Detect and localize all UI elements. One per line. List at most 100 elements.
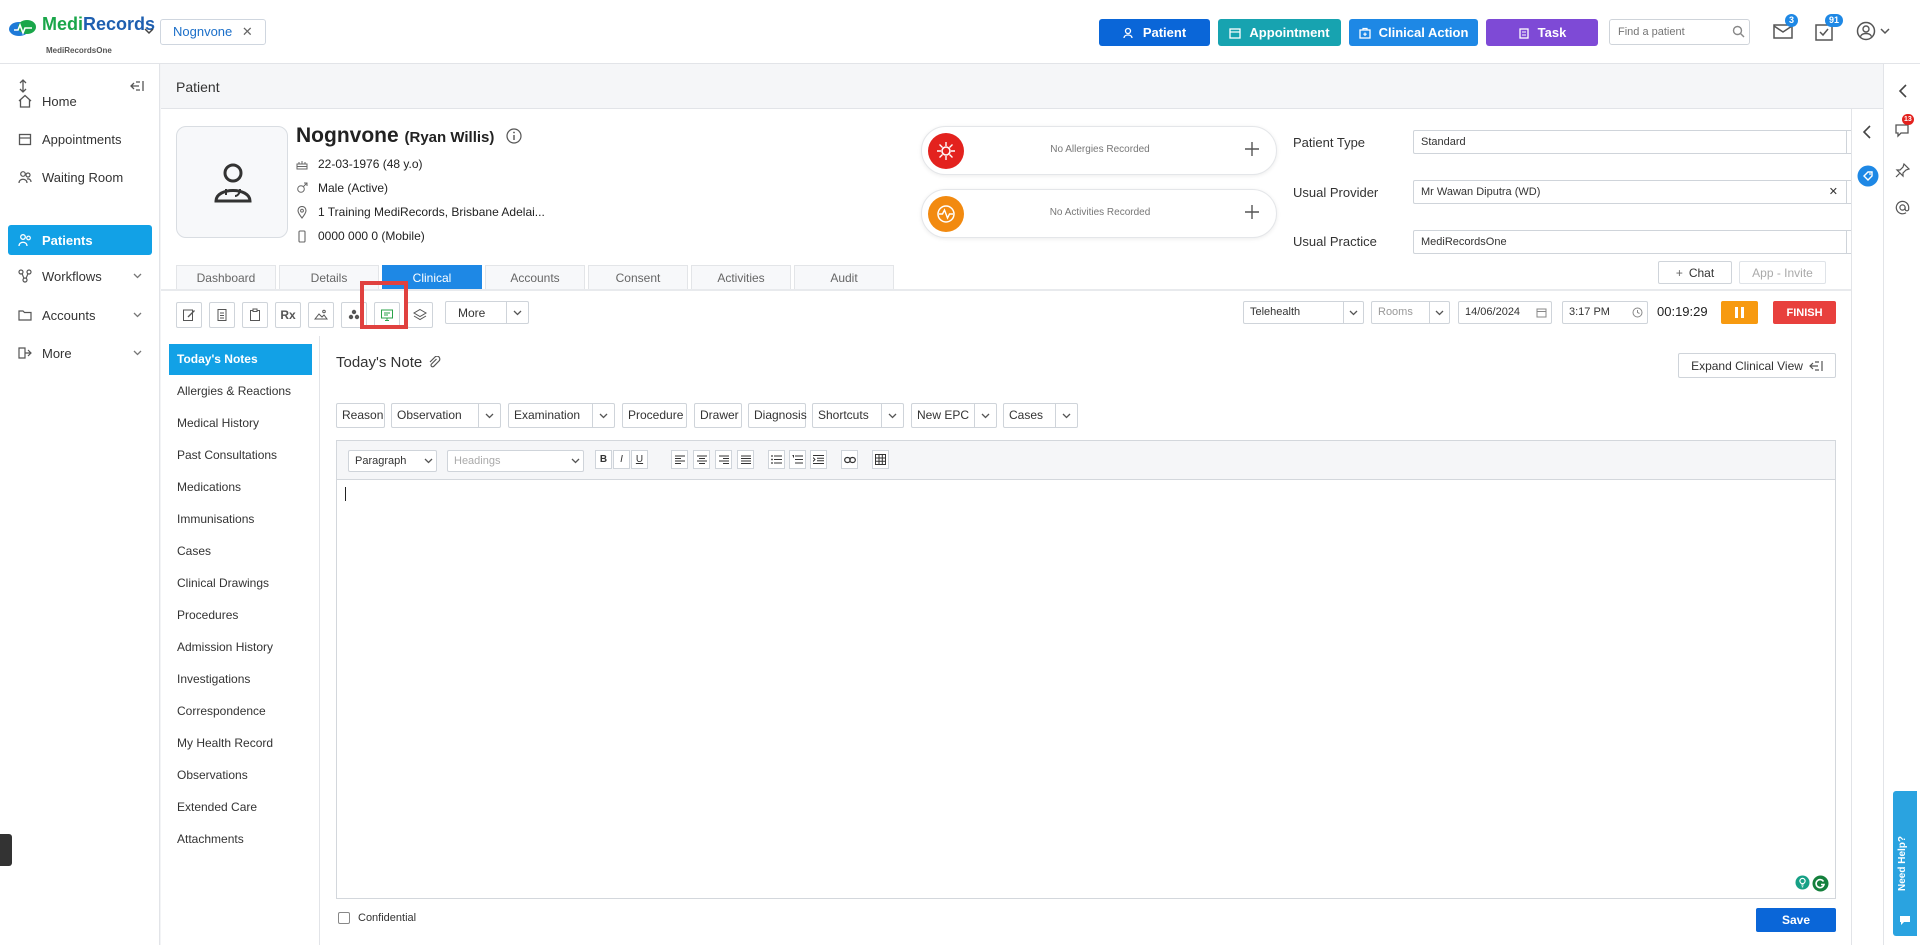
user-menu-button[interactable] [1856, 21, 1892, 41]
edit-note-button[interactable] [176, 302, 202, 328]
align-left-button[interactable] [671, 450, 688, 469]
numbered-list-button[interactable] [789, 450, 806, 469]
subnav-item[interactable]: Correspondence [169, 696, 312, 727]
cases-select[interactable]: Cases [1003, 403, 1078, 428]
tab-audit[interactable]: Audit [794, 265, 894, 289]
subnav-item[interactable]: Allergies & Reactions [169, 376, 312, 407]
chevron-left-icon[interactable] [1862, 125, 1872, 139]
info-icon[interactable] [506, 128, 522, 145]
nav-item-home[interactable]: Home [8, 86, 152, 116]
subnav-item[interactable]: Attachments [169, 824, 312, 855]
align-right-button[interactable] [715, 450, 732, 469]
clinical-action-button[interactable]: Clinical Action [1349, 19, 1478, 46]
examination-select[interactable]: Examination [508, 403, 615, 428]
observation-select[interactable]: Observation [391, 403, 501, 428]
clock-icon[interactable] [1627, 302, 1647, 323]
subnav-item[interactable]: Admission History [169, 632, 312, 663]
app-invite-button[interactable]: App - Invite [1739, 261, 1826, 284]
time-input[interactable]: 3:17 PM [1562, 301, 1648, 324]
layers-button[interactable] [407, 302, 433, 328]
tab-accounts[interactable]: Accounts [485, 265, 585, 289]
bold-button[interactable]: B [595, 450, 612, 469]
subnav-item[interactable]: Immunisations [169, 504, 312, 535]
expand-clinical-view-button[interactable]: Expand Clinical View [1678, 353, 1836, 378]
subnav-item[interactable]: Cases [169, 536, 312, 567]
new-appointment-button[interactable]: Appointment [1218, 19, 1341, 46]
paragraph-select[interactable]: Paragraph [348, 450, 437, 472]
pathology-button[interactable] [242, 302, 268, 328]
checkbox-box[interactable] [338, 912, 350, 924]
calendar-icon[interactable] [1531, 302, 1551, 323]
allergies-panel[interactable]: No Allergies Recorded [921, 126, 1277, 175]
nav-item-accounts[interactable]: Accounts [8, 300, 152, 330]
subnav-item[interactable]: Clinical Drawings [169, 568, 312, 599]
chevron-down-icon[interactable] [144, 26, 154, 36]
table-button[interactable] [872, 450, 889, 469]
paperclip-icon[interactable] [428, 356, 441, 369]
subnav-item[interactable]: My Health Record [169, 728, 312, 759]
chevron-left-icon[interactable] [1898, 84, 1908, 98]
find-patient-input[interactable] [1609, 19, 1750, 45]
subnav-item[interactable]: Past Consultations [169, 440, 312, 471]
add-allergy-icon[interactable] [1242, 139, 1262, 159]
date-input[interactable]: 14/06/2024 [1458, 301, 1552, 324]
more-tools-button[interactable]: More [445, 301, 529, 324]
nav-item-waiting-room[interactable]: Waiting Room [8, 162, 152, 192]
rooms-select[interactable]: Rooms [1371, 301, 1450, 324]
subnav-item[interactable]: Today's Notes [169, 344, 312, 375]
confidential-checkbox[interactable]: Confidential [338, 912, 416, 924]
new-task-button[interactable]: Task [1486, 19, 1598, 46]
subnav-item[interactable]: Medications [169, 472, 312, 503]
need-help-tab[interactable]: Need Help? [1893, 791, 1917, 936]
subnav-item[interactable]: Investigations [169, 664, 312, 695]
indent-button[interactable] [810, 450, 827, 469]
clear-icon[interactable]: ✕ [1829, 181, 1838, 203]
messages-button[interactable]: 3 [1773, 14, 1799, 40]
imaging-button[interactable] [308, 302, 334, 328]
nav-item-more[interactable]: More [8, 338, 152, 368]
at-sign-icon[interactable] [1895, 200, 1910, 215]
patient-avatar[interactable] [176, 126, 288, 238]
bullet-list-button[interactable] [768, 450, 785, 469]
note-editor[interactable]: Paragraph Headings B I U [336, 440, 1836, 899]
save-button[interactable]: Save [1756, 908, 1836, 932]
new-patient-button[interactable]: Patient [1099, 19, 1210, 46]
add-activity-icon[interactable] [1242, 202, 1262, 222]
left-edge-tab[interactable] [0, 834, 12, 866]
shortcuts-select[interactable]: Shortcuts [812, 403, 904, 428]
procedure-button[interactable]: Procedure [622, 403, 687, 428]
visit-type-select[interactable]: Telehealth [1243, 301, 1364, 324]
justify-button[interactable] [737, 450, 754, 469]
pause-button[interactable] [1721, 301, 1758, 324]
new-epc-select[interactable]: New EPC [911, 403, 997, 428]
usual-provider-input[interactable]: Mr Wawan Diputra (WD) ✕ [1413, 180, 1869, 204]
subnav-item[interactable]: Observations [169, 760, 312, 791]
tag-icon[interactable] [1857, 165, 1879, 187]
underline-button[interactable]: U [631, 450, 648, 469]
italic-button[interactable]: I [613, 450, 630, 469]
link-button[interactable] [841, 450, 858, 469]
headings-select[interactable]: Headings [447, 450, 584, 472]
tab-consent[interactable]: Consent [588, 265, 688, 289]
chat-notifications-button[interactable]: 13 [1894, 114, 1914, 138]
open-patient-chip[interactable]: Nognvone ✕ [160, 19, 266, 45]
grammarly-icon[interactable] [1812, 875, 1829, 892]
reason-button[interactable]: Reason [336, 403, 385, 428]
nav-item-workflows[interactable]: Workflows [8, 261, 152, 291]
subnav-item[interactable]: Medical History [169, 408, 312, 439]
prescription-button[interactable]: Rx [275, 302, 301, 328]
nav-item-appointments[interactable]: Appointments [8, 124, 152, 154]
nav-item-patients[interactable]: Patients [8, 225, 152, 255]
tab-activities[interactable]: Activities [691, 265, 791, 289]
subnav-item[interactable]: Extended Care [169, 792, 312, 823]
patient-type-select[interactable]: Standard [1413, 130, 1869, 154]
usual-practice-select[interactable]: MediRecordsOne [1413, 230, 1869, 254]
tab-dashboard[interactable]: Dashboard [176, 265, 276, 289]
diagnosis-button[interactable]: Diagnosis [748, 403, 807, 428]
search-icon[interactable] [1732, 25, 1745, 38]
close-icon[interactable]: ✕ [242, 24, 253, 39]
activities-panel[interactable]: No Activities Recorded [921, 189, 1277, 238]
tasks-button[interactable]: 91 [1815, 14, 1844, 41]
pin-icon[interactable] [1895, 163, 1910, 178]
align-center-button[interactable] [693, 450, 710, 469]
